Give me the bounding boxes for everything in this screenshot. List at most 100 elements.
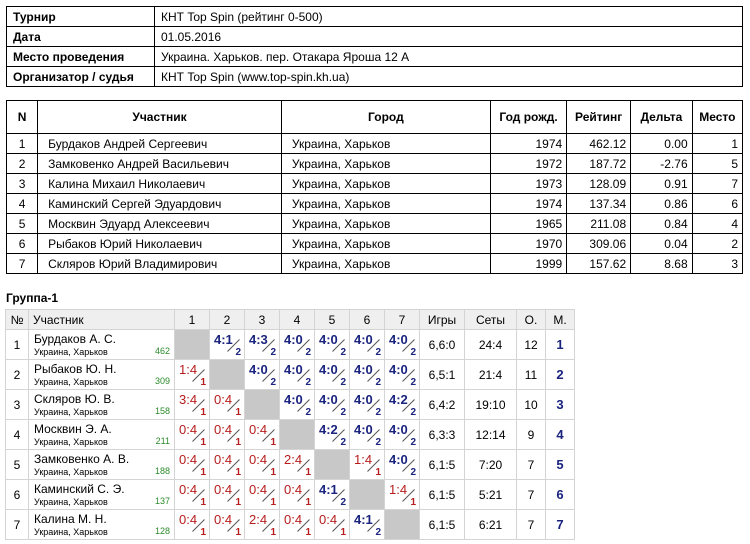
player-city: Украина, Харьков [34,407,108,417]
participant-cell: -2.76 [630,153,693,174]
group-row-number: 5 [5,449,29,480]
player-name: Бурдаков А. С. [34,332,116,346]
participant-cell: 3 [5,173,39,194]
participant-cell: 137.34 [566,193,632,214]
match-score: 4:0 [354,362,373,377]
match-result-cell: 4:0 2 [279,389,315,420]
group-row: 7 Калина М. Н. Украина, Харьков 128 0:4 1 0:4 1… [5,509,575,540]
match-score: 0:4 [214,512,233,527]
match-points: 1 [410,497,416,508]
group-place: 4 [545,419,575,450]
group-header: О. [516,309,546,330]
match-score: 4:0 [389,452,408,467]
participant-cell: 0.00 [630,133,693,154]
group-row: 5 Замковенко А. В. Украина, Харьков 188 0:4 1… [5,449,575,480]
group-header: 7 [384,309,420,330]
match-score: 0:4 [249,422,268,437]
participants-header: Участник [37,100,282,134]
match-score: 0:4 [319,512,338,527]
match-score: 4:0 [389,362,408,377]
match-score: 0:4 [214,392,233,407]
match-points: 1 [270,497,276,508]
group-row: 3 Скляров Ю. В. Украина, Харьков 158 3:4 1 0:4… [5,389,575,420]
participant-cell: 8.68 [630,253,693,274]
group-place: 3 [545,389,575,420]
match-score: 4:0 [354,392,373,407]
match-score: 4:0 [354,422,373,437]
participants-header: Год рожд. [489,100,568,134]
participants-header: Рейтинг [566,100,632,134]
player-name: Замковенко А. В. [34,452,130,466]
player-name: Скляров Ю. В. [34,392,115,406]
participant-cell: 1970 [489,233,568,254]
group-player: Скляров Ю. В. Украина, Харьков 158 [28,389,175,420]
self-match-cell [174,329,210,360]
player-rating: 137 [154,496,170,506]
group-games: 6,1:5 [419,449,465,480]
group-player: Рыбаков Ю. Н. Украина, Харьков 309 [28,359,175,390]
participant-cell: 0.84 [630,213,693,234]
participant-cell: 1 [5,133,39,154]
participant-cell: 6 [691,193,744,214]
match-result-cell: 0:4 1 [314,509,350,540]
group-points: 7 [516,449,546,480]
group-place: 7 [545,509,575,540]
match-score: 4:0 [389,422,408,437]
match-result-cell: 4:0 2 [349,419,385,450]
participant-row: 3 Калина Михаил Николаевич Украина, Харько… [5,173,744,194]
match-points: 1 [200,467,206,478]
match-points: 1 [305,467,311,478]
match-points: 1 [340,527,346,538]
group-sets: 24:4 [464,329,517,360]
match-points: 1 [200,497,206,508]
participant-cell: Украина, Харьков [280,153,491,174]
group-row-number: 7 [5,509,29,540]
match-points: 2 [375,377,381,388]
match-score: 2:4 [249,512,268,527]
match-result-cell: 4:0 2 [384,359,420,390]
group-player: Калина М. Н. Украина, Харьков 128 [28,509,175,540]
match-points: 2 [340,377,346,388]
group-games: 6,6:0 [419,329,465,360]
match-points: 2 [305,407,311,418]
participant-cell: 5 [5,213,39,234]
participant-cell: Украина, Харьков [280,213,491,234]
participant-row: 1 Бурдаков Андрей Сергеевич Украина, Харьк… [5,133,744,154]
participant-cell: Москвин Эдуард Алексеевич [37,213,282,234]
match-result-cell: 4:1 2 [209,329,245,360]
group-header: 1 [174,309,210,330]
match-result-cell: 0:4 1 [174,419,210,450]
group-header: № [5,309,29,330]
match-result-cell: 0:4 1 [244,419,280,450]
participant-cell: 309.06 [566,233,632,254]
group-player: Москвин Э. А. Украина, Харьков 211 [28,419,175,450]
participant-cell: 7 [5,253,39,274]
match-score: 0:4 [179,482,198,497]
participant-cell: Украина, Харьков [280,233,491,254]
participant-cell: 2 [691,233,744,254]
match-result-cell: 4:2 2 [384,389,420,420]
participants-header: Место [691,100,744,134]
match-points: 2 [410,437,416,448]
player-rating: 462 [154,346,170,356]
participant-cell: 1973 [489,173,568,194]
match-result-cell: 0:4 1 [244,479,280,510]
match-points: 2 [270,377,276,388]
self-match-cell [314,449,350,480]
group-header: М. [545,309,575,330]
group-header: 5 [314,309,350,330]
participant-cell: 211.08 [566,213,632,234]
group-sets: 5:21 [464,479,517,510]
info-row: Организатор / судья КНТ Top Spin (www.top… [6,66,743,87]
match-result-cell: 0:4 1 [209,419,245,450]
participant-row: 7 Скляров Юрий Владимирович Украина, Харьк… [5,253,744,274]
group-header: 2 [209,309,245,330]
match-points: 2 [410,407,416,418]
group-sets: 21:4 [464,359,517,390]
match-points: 1 [375,467,381,478]
self-match-cell [244,389,280,420]
player-city: Украина, Харьков [34,377,108,387]
match-result-cell: 0:4 1 [244,449,280,480]
match-result-cell: 4:0 2 [349,359,385,390]
match-points: 2 [375,347,381,358]
